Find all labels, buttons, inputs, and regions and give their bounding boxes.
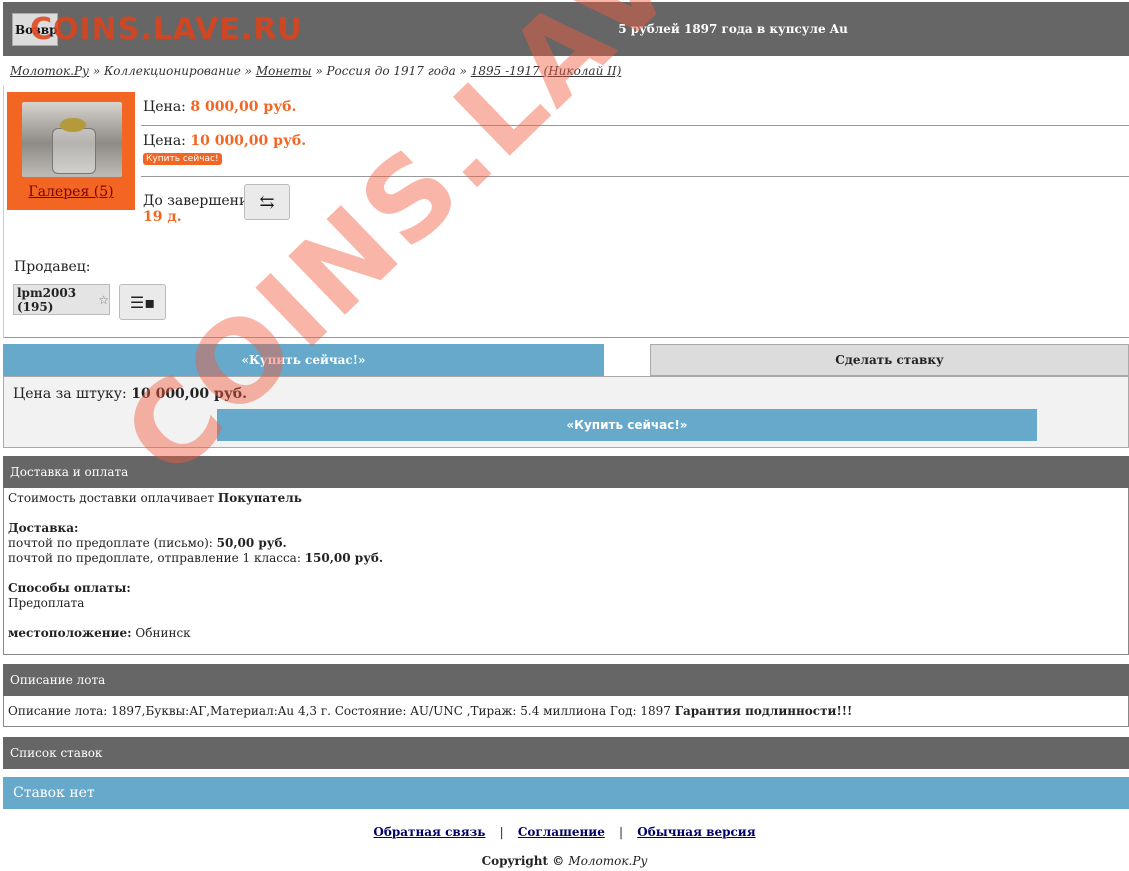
agreement-link[interactable]: Соглашение bbox=[518, 825, 605, 839]
buy-now-price-row: Цена: 10 000,00 руб. Купить сейчас! bbox=[141, 126, 1129, 177]
delivery-option2-price: 150,00 руб. bbox=[304, 551, 384, 565]
page-title: 5 рублей 1897 года в купсуле Au bbox=[618, 22, 848, 36]
copyright: Copyright © Молоток.Ру bbox=[0, 854, 1129, 868]
footer-separator: | bbox=[499, 825, 504, 839]
lot-photo-thumbnail[interactable] bbox=[22, 102, 122, 177]
payment-value: Предоплата bbox=[8, 596, 85, 610]
gallery-link[interactable]: Галерея (5) bbox=[7, 184, 135, 200]
capsule-image bbox=[52, 128, 96, 174]
breadcrumb-link-nicholas[interactable]: 1895 -1917 (Николай II) bbox=[471, 64, 622, 78]
location-value: Обнинск bbox=[135, 626, 191, 640]
lot-summary: Галерея (5) Цена: 8 000,00 руб. Цена: 10… bbox=[3, 85, 1129, 338]
coin-image bbox=[60, 118, 86, 132]
description-section-body: Описание лота: 1897,Буквы:АГ,Материал:Au… bbox=[3, 696, 1129, 727]
star-icon: ☆ bbox=[98, 292, 109, 307]
buy-now-small-button[interactable]: Купить сейчас! bbox=[143, 153, 222, 165]
description-section-header[interactable]: Описание лота bbox=[3, 664, 1129, 696]
footer-links: Обратная связь | Соглашение | Обычная ве… bbox=[0, 825, 1129, 839]
seller-info-icon: ☰▪ bbox=[129, 292, 156, 312]
no-bids-message: Ставок нет bbox=[3, 777, 1129, 809]
authenticity-guarantee: Гарантия подлинности!!! bbox=[674, 704, 853, 718]
current-price-row: Цена: 8 000,00 руб. bbox=[141, 92, 1129, 126]
remaining-value: 19 д. bbox=[143, 209, 182, 225]
delivery-option1-price: 50,00 руб. bbox=[216, 536, 287, 550]
breadcrumb-separator: » bbox=[244, 64, 252, 78]
copyright-label: Copyright © bbox=[481, 854, 565, 868]
copyright-site: Молоток.Ру bbox=[568, 854, 648, 868]
tab-buy-now[interactable]: «Купить сейчас!» bbox=[3, 344, 604, 376]
tab-place-bid[interactable]: Сделать ставку bbox=[650, 344, 1129, 376]
footer-separator: | bbox=[619, 825, 624, 839]
delivery-label: Доставка: bbox=[8, 521, 79, 535]
location-label: местоположение: bbox=[8, 626, 132, 640]
buy-price-value: 10 000,00 руб. bbox=[190, 133, 307, 149]
delivery-cost-text: Стоимость доставки оплачивает bbox=[8, 491, 215, 505]
description-text: Описание лота: 1897,Буквы:АГ,Материал:Au… bbox=[8, 704, 671, 718]
breadcrumb-item-russia: Россия до 1917 года bbox=[326, 64, 456, 78]
bids-section-header[interactable]: Список ставок bbox=[3, 737, 1129, 769]
buy-panel: Цена за штуку: 10 000,00 руб. «Купить се… bbox=[3, 376, 1129, 448]
breadcrumb-separator: » bbox=[315, 64, 323, 78]
normal-version-link[interactable]: Обычная версия bbox=[637, 825, 755, 839]
delivery-option2: почтой по предоплате, отправление 1 клас… bbox=[8, 551, 301, 565]
feedback-link[interactable]: Обратная связь bbox=[373, 825, 485, 839]
refresh-button[interactable]: ⇆ bbox=[244, 184, 290, 220]
delivery-section-header[interactable]: Доставка и оплата bbox=[3, 456, 1129, 488]
gallery-box[interactable]: Галерея (5) bbox=[7, 92, 135, 210]
refresh-icon: ⇆ bbox=[259, 191, 275, 213]
unit-price: Цена за штуку: 10 000,00 руб. bbox=[13, 386, 247, 402]
price-label: Цена: bbox=[143, 99, 186, 115]
buy-price-label: Цена: bbox=[143, 133, 186, 149]
seller-name: lpm2003 (195) bbox=[17, 285, 77, 314]
delivery-payer: Покупатель bbox=[217, 491, 302, 505]
unit-price-value: 10 000,00 руб. bbox=[131, 386, 247, 402]
breadcrumb: Молоток.Ру » Коллекционирование » Монеты… bbox=[10, 64, 621, 78]
time-remaining: До завершения 19 д. bbox=[143, 193, 257, 225]
price-value: 8 000,00 руб. bbox=[190, 99, 297, 115]
breadcrumb-separator: » bbox=[459, 64, 467, 78]
breadcrumb-link-molotok[interactable]: Молоток.Ру bbox=[10, 64, 89, 78]
unit-price-label: Цена за штуку: bbox=[13, 386, 127, 402]
breadcrumb-link-coins[interactable]: Монеты bbox=[256, 64, 312, 78]
breadcrumb-item-collecting: Коллекционирование bbox=[104, 64, 241, 78]
delivery-option1: почтой по предоплате (письмо): bbox=[8, 536, 213, 550]
seller-badge[interactable]: lpm2003 (195) ☆ bbox=[13, 284, 110, 315]
remaining-label: До завершения bbox=[143, 193, 258, 209]
breadcrumb-separator: » bbox=[92, 64, 101, 78]
seller-info-button[interactable]: ☰▪ bbox=[119, 284, 166, 320]
delivery-section-body: Стоимость доставки оплачивает Покупатель… bbox=[3, 488, 1129, 655]
seller-label: Продавец: bbox=[14, 259, 91, 275]
site-logo: COINS.LAVE.RU bbox=[30, 12, 303, 47]
payment-label: Способы оплаты: bbox=[8, 581, 131, 595]
buy-now-button[interactable]: «Купить сейчас!» bbox=[217, 409, 1037, 441]
